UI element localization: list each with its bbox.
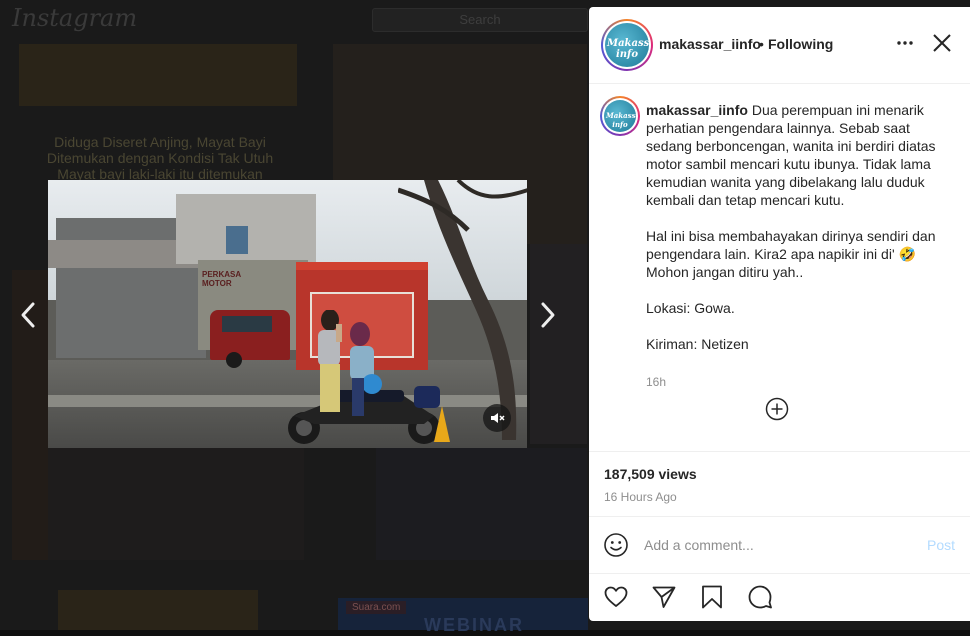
avatar-image: Makassar info [605, 23, 649, 67]
header-separator: • [759, 36, 764, 52]
background-webinar-badge: Suara.com [346, 601, 407, 614]
background-search: Search [372, 8, 588, 32]
video-shop-sign: PERKASA MOTOR [202, 270, 242, 288]
close-button[interactable] [930, 31, 954, 55]
video-car-wheel [226, 352, 242, 368]
background-tile [530, 244, 587, 444]
caption-username[interactable]: makassar_iinfo [646, 102, 748, 118]
speaker-muted-icon [491, 413, 505, 423]
load-more-comments-button[interactable] [765, 397, 789, 421]
post-details-panel: Makassar info makassar_iinfo • Following… [589, 7, 970, 621]
chevron-left-icon [21, 302, 35, 328]
avatar[interactable]: Makassar info [601, 19, 653, 71]
header-username[interactable]: makassar_iinfo [659, 36, 761, 52]
avatar-border: Makassar info [603, 21, 651, 69]
caption-avatar[interactable]: Makassar info [600, 96, 640, 136]
following-button[interactable]: Following [768, 36, 833, 52]
avatar-logo-text: Makassar info [606, 110, 636, 129]
background-tile [376, 448, 587, 560]
avatar-logo-text: Makassar info [607, 37, 649, 60]
more-options-button[interactable] [893, 31, 917, 55]
avatar-border: Makassar info [602, 98, 638, 134]
save-button[interactable] [699, 584, 725, 610]
plus-circle-icon [765, 397, 789, 421]
background-tile [19, 44, 297, 106]
share-icon [652, 586, 676, 608]
chevron-right-icon [541, 302, 555, 328]
video-person-sitting [350, 322, 382, 416]
background-webinar-text: WEBINAR [424, 615, 524, 635]
background-tile [58, 590, 258, 630]
post-header: Makassar info makassar_iinfo • Following [589, 7, 970, 84]
post-comment-button[interactable]: Post [927, 537, 955, 553]
comment-input[interactable] [644, 533, 904, 557]
comment-button[interactable] [747, 584, 773, 610]
comment-box: Post [589, 516, 970, 574]
mute-button[interactable] [483, 404, 511, 432]
views-count[interactable]: 187,509 views [604, 466, 697, 482]
post-stats: 187,509 views 16 Hours Ago [589, 451, 970, 517]
caption-body: Dua perempuan ini menarik perhatian peng… [646, 102, 936, 352]
background-tile-caption: Diduga Diseret Anjing, Mayat Bayi Ditemu… [46, 134, 274, 182]
video-building-window [226, 226, 248, 254]
bookmark-icon [702, 585, 722, 609]
emoji-button[interactable] [603, 532, 629, 558]
heart-icon [604, 586, 628, 607]
post-date: 16 Hours Ago [604, 490, 677, 504]
caption-time[interactable]: 16h [646, 375, 666, 389]
caption-text: makassar_iinfo Dua perempuan ini menarik… [646, 101, 936, 353]
action-bar [589, 574, 970, 621]
smiley-icon [604, 533, 628, 557]
post-video[interactable]: PERKASA MOTOR [48, 180, 527, 448]
background-tile [48, 448, 304, 560]
instagram-logo: Instagram [12, 4, 138, 32]
next-button[interactable] [536, 300, 560, 330]
close-icon [933, 34, 951, 52]
share-button[interactable] [651, 584, 677, 610]
previous-button[interactable] [16, 300, 40, 330]
avatar-image: Makassar info [604, 100, 636, 132]
like-button[interactable] [603, 584, 629, 610]
video-car-window [222, 316, 272, 332]
comment-icon [748, 585, 772, 609]
more-horizontal-icon [897, 41, 913, 45]
